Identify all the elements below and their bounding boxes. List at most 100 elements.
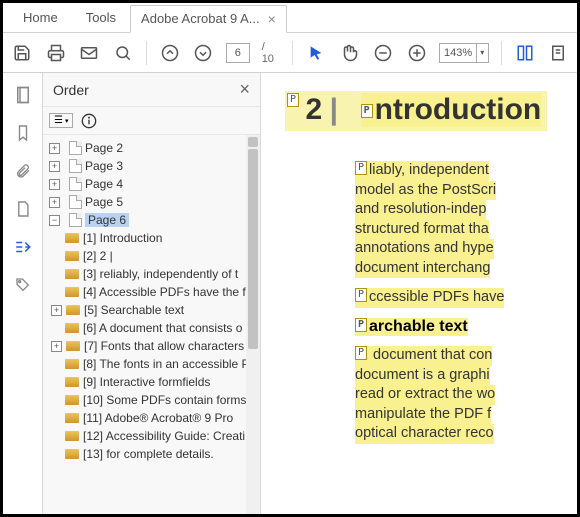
order-panel-icon[interactable] — [13, 237, 33, 257]
panel-close-icon[interactable]: × — [239, 79, 250, 100]
tree-item-row[interactable]: [4] Accessible PDFs have the fo — [47, 283, 260, 301]
heading-bar: | — [330, 93, 338, 126]
thumbnails-icon[interactable] — [13, 85, 33, 105]
tree-item-row[interactable]: [1] Introduction — [47, 229, 260, 247]
page-total: / 10 — [262, 41, 280, 65]
tree-item-row[interactable]: + [5] Searchable text — [47, 301, 260, 319]
separator — [146, 41, 147, 65]
panel-subtoolbar: ☰▾ — [43, 107, 260, 135]
paragraph-block: Pliably, independent model as the PostSc… — [355, 161, 577, 278]
tree-item-row[interactable]: [11] Adobe® Acrobat® 9 Pro — [47, 409, 260, 427]
zoom-in-icon[interactable] — [406, 42, 428, 64]
p-tag-marker: P — [355, 288, 367, 302]
tag-icon — [65, 269, 79, 279]
tree-item-label: [10] Some PDFs contain forms — [83, 393, 246, 407]
search-icon[interactable] — [112, 42, 134, 64]
expand-icon[interactable]: + — [49, 161, 60, 172]
panel-header: Order × — [43, 73, 260, 107]
paragraph-block: P document that con document is a graphi… — [355, 346, 577, 444]
subheading-block: Parchable text — [355, 318, 577, 336]
page-up-icon[interactable] — [159, 42, 181, 64]
nav-rail — [3, 73, 43, 514]
attachment-icon[interactable] — [13, 161, 33, 181]
tree-item-row[interactable]: [12] Accessibility Guide: Creati — [47, 427, 260, 445]
tag-icon — [66, 305, 80, 315]
chevron-down-icon[interactable]: ▾ — [476, 44, 488, 62]
info-icon[interactable] — [81, 113, 97, 129]
scrollbar[interactable] — [246, 135, 260, 514]
tree-item-label: [9] Interactive formfields — [83, 375, 210, 389]
tree-item-row[interactable]: [8] The fonts in an accessible P — [47, 355, 260, 373]
tree-page-row[interactable]: +Page 3 — [47, 157, 260, 175]
tag-icon — [65, 323, 79, 333]
heading-intro: Pntroduction — [361, 93, 542, 127]
tag-icon — [65, 377, 79, 387]
expand-icon[interactable]: + — [51, 341, 62, 352]
tag-icon — [65, 395, 79, 405]
print-icon[interactable] — [45, 42, 67, 64]
tag-icon[interactable] — [13, 275, 33, 295]
expand-icon[interactable]: + — [49, 197, 60, 208]
page-down-icon[interactable] — [192, 42, 214, 64]
tree-item-row[interactable]: [2] 2 | — [47, 247, 260, 265]
page-number-input[interactable]: 6 — [226, 43, 250, 63]
tree-item-row[interactable]: [10] Some PDFs contain forms — [47, 391, 260, 409]
tree-item-label: [5] Searchable text — [84, 303, 184, 317]
save-icon[interactable] — [11, 42, 33, 64]
p-tag-marker: P — [287, 93, 299, 107]
tree-page-row[interactable]: −Page 6 — [47, 211, 260, 229]
page-icon — [69, 195, 82, 209]
scroll-thumb[interactable] — [248, 149, 258, 349]
tree-page-row[interactable]: +Page 4 — [47, 175, 260, 193]
separator — [501, 41, 502, 65]
hand-tool-icon[interactable] — [338, 42, 360, 64]
share-icon[interactable] — [547, 42, 569, 64]
tag-icon — [65, 431, 79, 441]
tree-item-row[interactable]: + [7] Fonts that allow characters — [47, 337, 260, 355]
tree-item-label: [7] Fonts that allow characters — [84, 339, 244, 353]
collapse-icon[interactable]: − — [49, 215, 60, 226]
options-menu-icon[interactable]: ☰▾ — [49, 113, 73, 128]
tree-item-row[interactable]: [9] Interactive formfields — [47, 373, 260, 391]
tab-document[interactable]: Adobe Acrobat 9 A... × — [130, 5, 287, 33]
p-tag-marker: P — [355, 346, 367, 360]
tree-item-row[interactable]: [6] A document that consists o — [47, 319, 260, 337]
tree-item-label: [1] Introduction — [83, 231, 162, 245]
p-tag-marker: P — [355, 161, 367, 175]
separator — [292, 41, 293, 65]
document-view[interactable]: P 2 | Pntroduction Pliably, independent … — [261, 73, 577, 514]
expand-icon[interactable]: + — [49, 179, 60, 190]
toolbar: 6 / 10 143%▾ — [3, 33, 577, 73]
tree-item-row[interactable]: [3] reliably, independently of t — [47, 265, 260, 283]
heading-number: 2 — [305, 93, 322, 126]
expand-icon[interactable]: + — [51, 305, 62, 316]
page-icon — [69, 141, 82, 155]
select-tool-icon[interactable] — [305, 42, 327, 64]
zoom-level-input[interactable]: 143%▾ — [439, 43, 488, 63]
tab-home[interactable]: Home — [9, 4, 72, 31]
order-panel: Order × ☰▾ +Page 2+Page 3+Page 4+Page 5−… — [43, 73, 261, 514]
tree-item-label: [11] Adobe® Acrobat® 9 Pro — [83, 411, 233, 425]
tree-item-label: [4] Accessible PDFs have the fo — [83, 285, 252, 299]
paragraph-block: Pccessible PDFs have — [355, 288, 577, 308]
tree-page-row[interactable]: +Page 5 — [47, 193, 260, 211]
tab-tools[interactable]: Tools — [72, 4, 130, 31]
scroll-up-arrow[interactable] — [248, 137, 258, 147]
zoom-out-icon[interactable] — [372, 42, 394, 64]
save-cloud-icon[interactable] — [514, 42, 536, 64]
page-icon[interactable] — [13, 199, 33, 219]
tree-item-label: [13] for complete details. — [83, 447, 214, 461]
p-tag-marker: P — [355, 318, 367, 332]
main-area: Order × ☰▾ +Page 2+Page 3+Page 4+Page 5−… — [3, 73, 577, 514]
page-icon — [69, 159, 82, 173]
p-tag-marker: P — [361, 104, 373, 118]
order-tree[interactable]: +Page 2+Page 3+Page 4+Page 5−Page 6 [1] I… — [43, 135, 260, 514]
tree-page-row[interactable]: +Page 2 — [47, 139, 260, 157]
bookmark-icon[interactable] — [13, 123, 33, 143]
mail-icon[interactable] — [78, 42, 100, 64]
tree-item-row[interactable]: [13] for complete details. — [47, 445, 260, 463]
expand-icon[interactable]: + — [49, 143, 60, 154]
close-icon[interactable]: × — [268, 11, 276, 27]
tag-icon — [65, 233, 79, 243]
tag-icon — [65, 449, 79, 459]
